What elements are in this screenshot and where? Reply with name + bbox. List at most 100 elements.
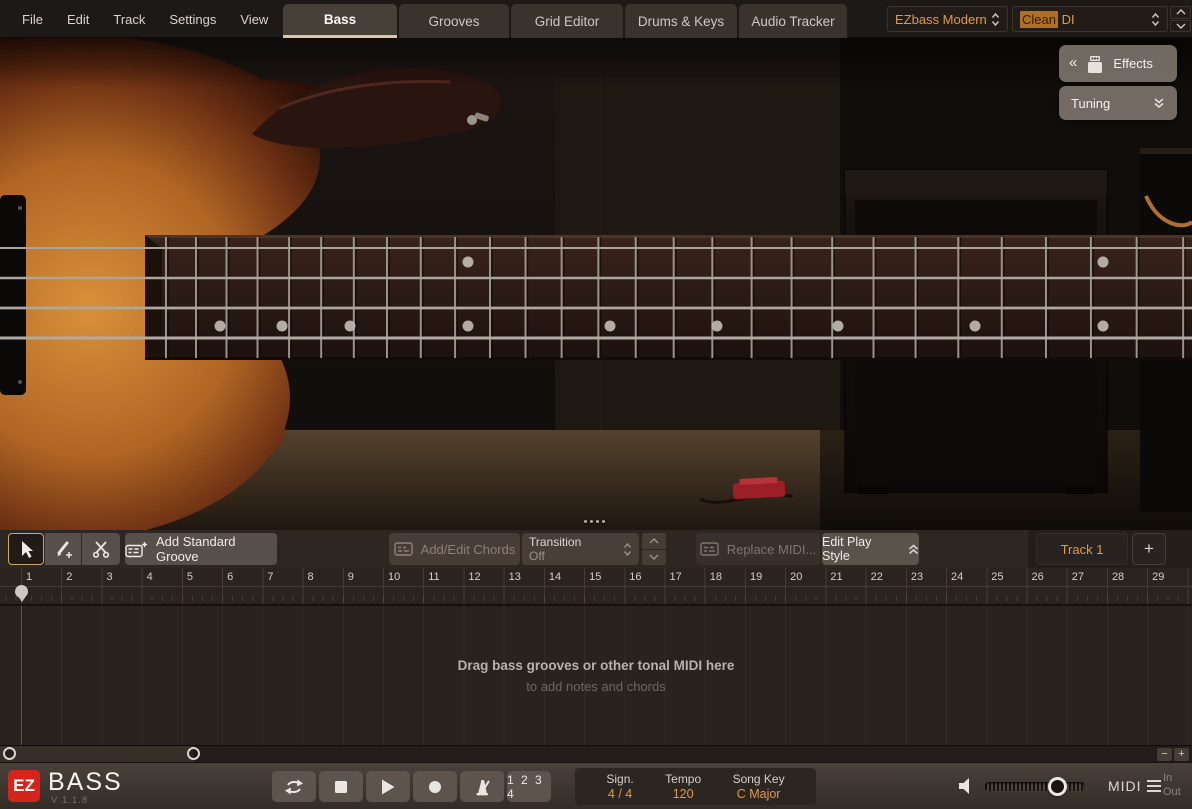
zoom-in-button[interactable]: + bbox=[1174, 748, 1189, 761]
pickup bbox=[0, 195, 26, 395]
menu-view[interactable]: View bbox=[228, 12, 280, 27]
edit-play-style-label: Edit Play Style bbox=[822, 535, 902, 563]
preset-dropdown[interactable]: EZbass Modern bbox=[887, 6, 1008, 32]
tab-bass[interactable]: Bass bbox=[283, 4, 397, 38]
replace-midi-button[interactable]: Replace MIDI... bbox=[696, 533, 820, 565]
ruler-bar-label: 21 bbox=[830, 571, 842, 583]
stop-button[interactable] bbox=[319, 771, 363, 802]
count-in-button[interactable]: 1 2 3 4 bbox=[507, 771, 551, 802]
groove-toolbar: Add Standard Groove Add/Edit Chords Tran… bbox=[0, 530, 1192, 568]
chevron-updown-icon bbox=[1151, 12, 1160, 27]
timeline-scrollbar[interactable]: − + bbox=[0, 745, 1192, 762]
ruler-bar-label: 1 bbox=[26, 571, 32, 583]
zoom-out-button[interactable]: − bbox=[1157, 748, 1172, 761]
transition-stepper bbox=[642, 533, 666, 565]
menu-track[interactable]: Track bbox=[101, 12, 157, 27]
chords-icon bbox=[394, 542, 413, 556]
scroll-range[interactable] bbox=[0, 746, 194, 762]
ruler-bar-label: 14 bbox=[549, 571, 561, 583]
count-in-label: 1 2 3 4 bbox=[507, 773, 551, 801]
ruler-bar-label: 26 bbox=[1032, 571, 1044, 583]
ruler-bar-label: 27 bbox=[1072, 571, 1084, 583]
effects-button[interactable]: « Effects bbox=[1059, 45, 1177, 82]
menu-settings[interactable]: Settings bbox=[157, 12, 228, 27]
ruler-bar-label: 11 bbox=[428, 571, 439, 583]
empty-state-subtitle: to add notes and chords bbox=[0, 679, 1192, 694]
track-strip: Track 1 + bbox=[1028, 530, 1192, 568]
play-icon bbox=[381, 779, 395, 795]
sound-value: Clean DI bbox=[1020, 12, 1075, 27]
tab-grid-editor[interactable]: Grid Editor bbox=[511, 4, 623, 38]
empty-state-title: Drag bass grooves or other tonal MIDI he… bbox=[0, 658, 1192, 673]
transition-dropdown[interactable]: Transition Off bbox=[522, 533, 639, 565]
ruler-divider bbox=[0, 586, 1192, 587]
track-lane[interactable]: Drag bass grooves or other tonal MIDI he… bbox=[0, 606, 1192, 745]
midi-io-indicator: In Out bbox=[1163, 771, 1181, 799]
draw-tool-button[interactable] bbox=[45, 533, 81, 565]
add-edit-chords-button[interactable]: Add/Edit Chords bbox=[389, 533, 520, 565]
tab-drums-keys[interactable]: Drums & Keys bbox=[625, 4, 737, 38]
preset-value: EZbass Modern bbox=[895, 12, 987, 27]
tab-audio-tracker[interactable]: Audio Tracker bbox=[739, 4, 847, 38]
midi-in-label: In bbox=[1163, 771, 1181, 785]
ruler-bar-label: 28 bbox=[1112, 571, 1124, 583]
stepper-up-button[interactable] bbox=[1170, 6, 1191, 19]
ruler-bar-label: 15 bbox=[589, 571, 601, 583]
scroll-handle-left[interactable] bbox=[3, 747, 16, 760]
menu-file[interactable]: File bbox=[10, 12, 55, 27]
ruler-bar-label: 10 bbox=[388, 571, 400, 583]
menu-edit[interactable]: Edit bbox=[55, 12, 101, 27]
stepper-down-button[interactable] bbox=[1170, 20, 1191, 33]
add-edit-chords-label: Add/Edit Chords bbox=[421, 542, 516, 557]
ruler-bar-label: 8 bbox=[308, 571, 314, 583]
tuning-button[interactable]: Tuning bbox=[1059, 86, 1177, 120]
metronome-button[interactable] bbox=[460, 771, 504, 802]
tempo-display: Tempo 120 bbox=[665, 772, 701, 802]
play-button[interactable] bbox=[366, 771, 410, 802]
beat-ticks bbox=[0, 596, 1192, 601]
transport-bar: EZ BASS V 1.1.8 1 bbox=[0, 762, 1192, 809]
loop-button[interactable] bbox=[272, 771, 316, 802]
stop-icon bbox=[334, 780, 348, 794]
sound-stepper bbox=[1170, 6, 1191, 32]
ezbass-app: FileEditTrackSettingsViewHelp BassGroove… bbox=[0, 0, 1192, 809]
stepper-down-button[interactable] bbox=[642, 550, 666, 566]
loop-icon bbox=[282, 777, 306, 797]
add-standard-groove-button[interactable]: Add Standard Groove bbox=[125, 533, 277, 565]
scroll-handle-right[interactable] bbox=[187, 747, 200, 760]
midi-block-icon bbox=[700, 542, 719, 556]
record-button[interactable] bbox=[413, 771, 457, 802]
timeline-ruler[interactable]: 1234567891011121314151617181920212223242… bbox=[0, 568, 1192, 605]
ruler-bar-label: 29 bbox=[1152, 571, 1164, 583]
scissors-icon bbox=[91, 539, 111, 559]
song-info-panel[interactable]: Sign. 4 / 4 Tempo 120 Song Key C Major bbox=[575, 768, 816, 805]
ruler-bar-label: 2 bbox=[66, 571, 72, 583]
ruler-bar-label: 18 bbox=[710, 571, 722, 583]
sound-dropdown[interactable]: Clean DI bbox=[1012, 6, 1168, 32]
select-tool-button[interactable] bbox=[8, 533, 44, 565]
panel-resize-handle[interactable] bbox=[584, 520, 605, 523]
volume-slider[interactable] bbox=[985, 782, 1085, 791]
ruler-bar-label: 6 bbox=[227, 571, 233, 583]
chevron-updown-icon bbox=[991, 12, 1000, 27]
ruler-bar-label: 22 bbox=[871, 571, 883, 583]
ruler-bar-label: 20 bbox=[790, 571, 802, 583]
speaker-icon[interactable] bbox=[956, 776, 976, 796]
volume-knob[interactable] bbox=[1048, 777, 1067, 796]
edit-play-style-button[interactable]: Edit Play Style bbox=[822, 533, 919, 565]
tuning-label: Tuning bbox=[1071, 96, 1110, 111]
sound-value-highlight: Clean bbox=[1020, 11, 1058, 28]
playhead-line bbox=[21, 606, 22, 745]
collapse-left-icon: « bbox=[1069, 54, 1077, 71]
stepper-up-button[interactable] bbox=[642, 533, 666, 549]
ruler-bar-label: 3 bbox=[106, 571, 112, 583]
midi-menu-icon[interactable] bbox=[1147, 780, 1161, 795]
bass-photo bbox=[0, 38, 1192, 530]
effects-label: Effects bbox=[1113, 56, 1153, 71]
tab-grooves[interactable]: Grooves bbox=[399, 4, 509, 38]
track-tab[interactable]: Track 1 bbox=[1036, 533, 1128, 565]
ruler-bar-label: 19 bbox=[750, 571, 762, 583]
cut-tool-button[interactable] bbox=[82, 533, 120, 565]
playhead-pin[interactable] bbox=[15, 585, 28, 598]
add-track-button[interactable]: + bbox=[1132, 533, 1166, 565]
